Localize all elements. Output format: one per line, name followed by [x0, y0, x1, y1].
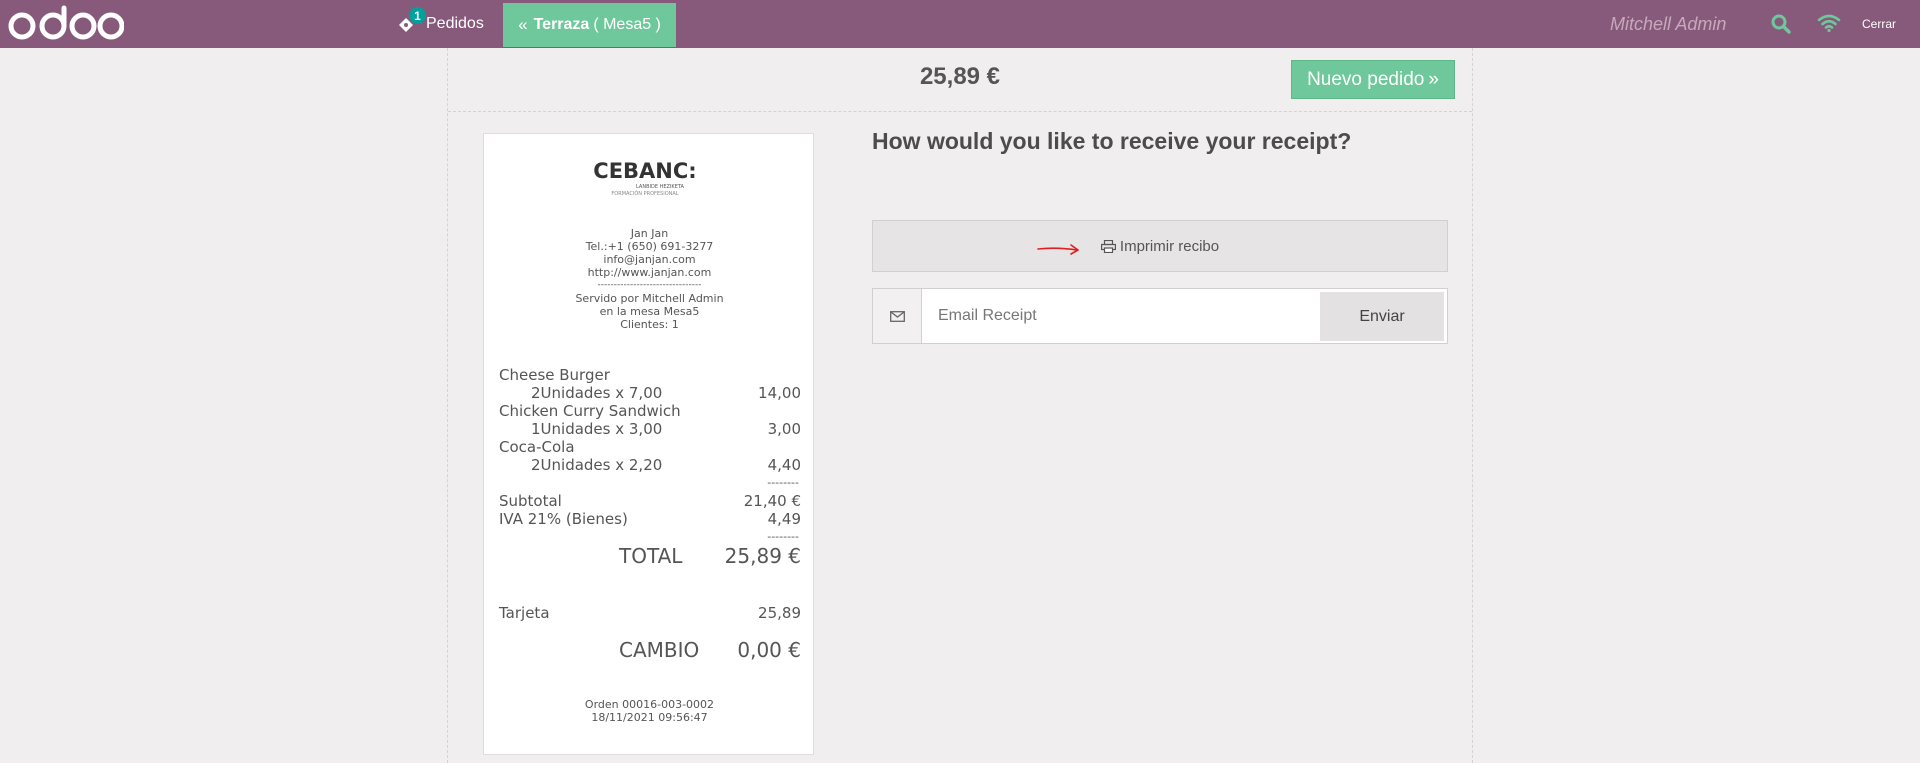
order-line-name: Cheese Burger	[499, 366, 610, 384]
odoo-logo	[8, 5, 124, 40]
tax-row: IVA 21% (Bienes) 4,49	[499, 510, 801, 528]
lines-separator: --------	[767, 476, 799, 489]
payment-row: Tarjeta 25,89	[499, 604, 801, 622]
total-separator: --------	[767, 530, 799, 543]
chevron-double-left-icon: «	[518, 15, 528, 34]
clients-count: Clientes: 1	[620, 318, 679, 331]
orders-button[interactable]: 1 Pedidos	[396, 0, 496, 48]
header-separator: --------------------------------	[597, 280, 702, 290]
company-phone: Tel.:+1 (650) 691-3277	[585, 240, 714, 253]
envelope-icon	[873, 289, 922, 343]
subtotal-row: Subtotal 21,40 €	[499, 492, 801, 510]
receipt-ticket: CEBANC: LANBIDE HEZIKETA FORMACIÓN PROFE…	[483, 133, 814, 755]
company-logo: CEBANC: LANBIDE HEZIKETA FORMACIÓN PROFE…	[593, 160, 697, 198]
company-logo-subtitle: LANBIDE HEZIKETA	[636, 184, 684, 190]
receipt-question: How would you like to receive your recei…	[872, 128, 1352, 154]
order-line-detail: 2Unidades x 7,00 14,00	[531, 384, 801, 402]
company-name: Jan Jan	[630, 227, 669, 240]
print-receipt-label: Imprimir recibo	[1119, 237, 1220, 255]
order-reference: Orden 00016-003-0002	[584, 698, 715, 711]
wifi-icon	[1817, 14, 1841, 33]
floor-name: Terraza	[533, 16, 590, 33]
order-date: 18/11/2021 09:56:47	[591, 711, 708, 724]
top-navbar: 1 Pedidos « Terraza ( Mesa5 ) Mitchell A…	[0, 0, 1920, 48]
print-icon	[1100, 239, 1116, 253]
search-icon[interactable]	[1771, 14, 1791, 34]
email-receipt-group: Enviar	[872, 288, 1448, 344]
orders-count-badge: 1	[409, 7, 426, 24]
back-to-floor-button[interactable]: « Terraza ( Mesa5 )	[503, 3, 676, 47]
order-line-detail: 1Unidades x 3,00 3,00	[531, 420, 801, 438]
change-row: CAMBIO 0,00 €	[619, 638, 801, 662]
order-line-name: Chicken Curry Sandwich	[499, 402, 681, 420]
print-receipt-button[interactable]: Imprimir recibo	[872, 220, 1448, 272]
close-button[interactable]: Cerrar	[1862, 0, 1910, 48]
company-logo-text: CEBANC:	[593, 159, 697, 183]
company-website: http://www.janjan.com	[587, 266, 712, 279]
total-row: TOTAL 25,89 €	[619, 544, 801, 568]
send-email-button[interactable]: Enviar	[1320, 292, 1444, 341]
order-line-detail: 2Unidades x 2,20 4,40	[531, 456, 801, 474]
company-email: info@janjan.com	[603, 253, 696, 266]
served-by: Servido por Mitchell Admin	[575, 292, 724, 305]
table-name: ( Mesa5 )	[593, 16, 661, 33]
new-order-label: Nuevo pedido	[1307, 68, 1425, 90]
email-receipt-input[interactable]	[925, 291, 1327, 341]
order-line-name: Coca-Cola	[499, 438, 575, 456]
ticket-icon: 1	[396, 7, 426, 35]
user-name[interactable]: Mitchell Admin	[1610, 0, 1750, 48]
chevron-double-right-icon: »	[1428, 68, 1439, 90]
new-order-button[interactable]: Nuevo pedido »	[1291, 60, 1455, 99]
table-info: en la mesa Mesa5	[599, 305, 700, 318]
company-logo-subtitle-2: FORMACIÓN PROFESIONAL	[611, 191, 679, 197]
annotation-arrow-icon	[1037, 244, 1079, 255]
receipt-screen-top: 25,89 € Nuevo pedido »	[448, 48, 1472, 112]
orders-label: Pedidos	[426, 15, 484, 32]
